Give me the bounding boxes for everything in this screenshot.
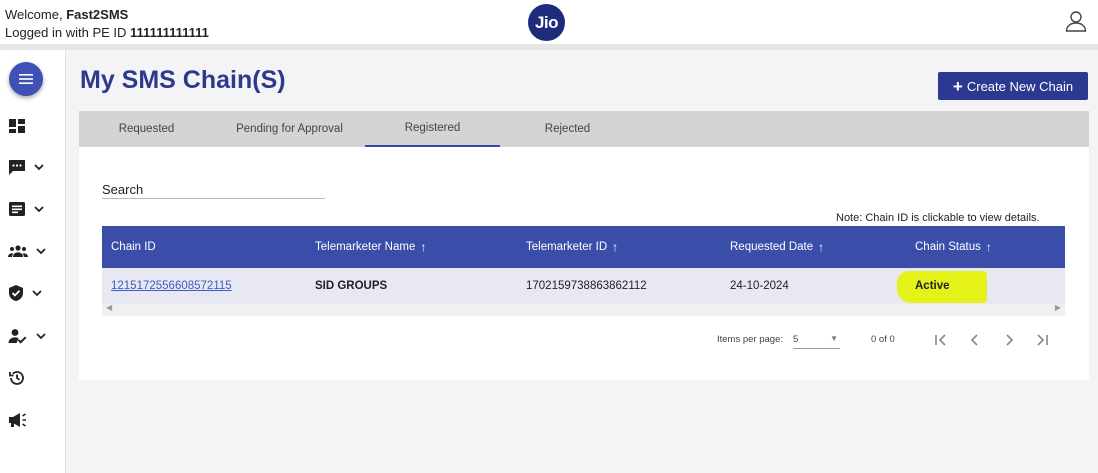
chain-id-link[interactable]: 1215172556608572115: [111, 268, 232, 304]
chain-card: Requested Pending for Approval Registere…: [79, 111, 1089, 380]
items-per-page-label: Items per page:: [717, 334, 784, 345]
jio-logo[interactable]: Jio: [528, 4, 565, 41]
chevron-down-icon: [34, 205, 44, 212]
sidebar: [0, 50, 66, 473]
scroll-right-icon[interactable]: ▶: [1055, 303, 1061, 312]
shield-check-icon: [9, 285, 23, 301]
scroll-left-icon[interactable]: ◀: [106, 303, 112, 312]
message-icon: [9, 159, 25, 175]
sidebar-item-dashboard[interactable]: [8, 114, 52, 138]
create-new-chain-label: Create New Chain: [966, 78, 1074, 94]
telemarketer-name-cell: SID GROUPS: [315, 280, 388, 292]
document-icon: [9, 202, 25, 216]
column-header-telemarketer-name[interactable]: Telemarketer Name ↑: [315, 226, 426, 268]
column-header-chain-id: Chain ID: [111, 226, 156, 268]
page-range-label: 0 of 0: [871, 334, 895, 345]
column-header-label: Chain Status: [915, 241, 981, 253]
pe-id: 111111111111: [130, 25, 209, 40]
logged-in-prefix: Logged in with PE ID: [5, 25, 127, 40]
chevron-right-icon: [1006, 334, 1014, 346]
dashboard-icon: [9, 119, 25, 133]
top-header: Welcome, Fast2SMS Logged in with PE ID 1…: [0, 0, 1098, 45]
column-header-label: Requested Date: [730, 241, 814, 253]
group-icon: [8, 245, 28, 257]
sidebar-item-campaigns[interactable]: [8, 408, 52, 432]
sidebar-item-documents[interactable]: [8, 197, 52, 221]
previous-page-button[interactable]: [964, 329, 986, 351]
items-per-page-select[interactable]: 5 ▼: [793, 331, 840, 349]
user-check-icon: [8, 329, 27, 344]
welcome-block: Welcome, Fast2SMS Logged in with PE ID 1…: [5, 6, 209, 42]
table-row: 1215172556608572115 SID GROUPS 170215973…: [102, 268, 1065, 304]
chevron-left-icon: [970, 334, 978, 346]
jio-logo-text: Jio: [534, 12, 559, 32]
first-page-button[interactable]: [930, 329, 952, 351]
create-new-chain-button[interactable]: + Create New Chain: [938, 72, 1088, 100]
horizontal-scrollbar[interactable]: ◀ ▶: [102, 303, 1065, 316]
sidebar-item-groups[interactable]: [8, 239, 52, 263]
history-icon: [9, 371, 24, 385]
chevron-down-icon: [34, 163, 44, 170]
chevron-down-icon: [32, 289, 42, 296]
tab-label: Pending for Approval: [236, 123, 343, 135]
sidebar-item-history[interactable]: [8, 366, 52, 390]
column-header-telemarketer-id[interactable]: Telemarketer ID ↑: [526, 226, 618, 268]
sidebar-item-security[interactable]: [8, 281, 52, 305]
first-page-icon: [935, 334, 946, 346]
tab-requested[interactable]: Requested: [79, 111, 214, 147]
page-title: My SMS Chain(S): [80, 66, 286, 94]
plus-icon: +: [952, 76, 963, 96]
tab-label: Registered: [404, 122, 461, 134]
paginator: Items per page: 5 ▼ 0 of 0: [102, 331, 1065, 351]
chain-status-cell: Active: [915, 280, 950, 292]
sort-arrow-up-icon: ↑: [818, 240, 825, 254]
status-tabs: Requested Pending for Approval Registere…: [79, 111, 1089, 147]
user-profile-icon[interactable]: [1064, 9, 1088, 33]
column-header-label: Telemarketer ID: [526, 241, 608, 253]
hamburger-icon: [19, 74, 33, 84]
chain-id-note: Note: Chain ID is clickable to view deta…: [836, 212, 1040, 224]
user-name: Fast2SMS: [66, 7, 129, 22]
search-field: [102, 181, 325, 199]
tab-label: Rejected: [544, 123, 591, 135]
tab-registered[interactable]: Registered: [365, 111, 500, 147]
chevron-down-icon: [36, 247, 46, 254]
column-header-label: Chain ID: [111, 241, 156, 253]
chain-table: Chain ID Telemarketer Name ↑ Telemarkete…: [102, 226, 1065, 316]
megaphone-icon: [9, 413, 26, 427]
sidebar-item-user-approval[interactable]: [8, 324, 52, 348]
last-page-icon: [1037, 334, 1048, 346]
sort-arrow-up-icon: ↑: [420, 240, 427, 254]
welcome-prefix: Welcome,: [5, 7, 63, 22]
dropdown-caret-icon: ▼: [830, 334, 838, 343]
items-per-page-value: 5: [793, 334, 799, 345]
tab-pending-for-approval[interactable]: Pending for Approval: [214, 111, 365, 147]
menu-toggle-button[interactable]: [9, 62, 43, 96]
next-page-button[interactable]: [998, 329, 1020, 351]
table-header: Chain ID Telemarketer Name ↑ Telemarkete…: [102, 226, 1065, 268]
telemarketer-id-cell: 1702159738863862112: [526, 280, 647, 292]
last-page-button[interactable]: [1031, 329, 1053, 351]
search-input[interactable]: [102, 182, 325, 197]
sort-arrow-up-icon: ↑: [612, 240, 619, 254]
column-header-requested-date[interactable]: Requested Date ↑: [730, 226, 824, 268]
column-header-chain-status[interactable]: Chain Status ↑: [915, 226, 992, 268]
sidebar-item-messages[interactable]: [8, 155, 52, 179]
header-divider: [0, 45, 1098, 50]
tab-rejected[interactable]: Rejected: [500, 111, 635, 147]
tab-label: Requested: [118, 123, 175, 135]
sort-arrow-up-icon: ↑: [985, 240, 992, 254]
chevron-down-icon: [36, 332, 46, 339]
requested-date-cell: 24-10-2024: [730, 280, 789, 292]
column-header-label: Telemarketer Name: [315, 241, 416, 253]
